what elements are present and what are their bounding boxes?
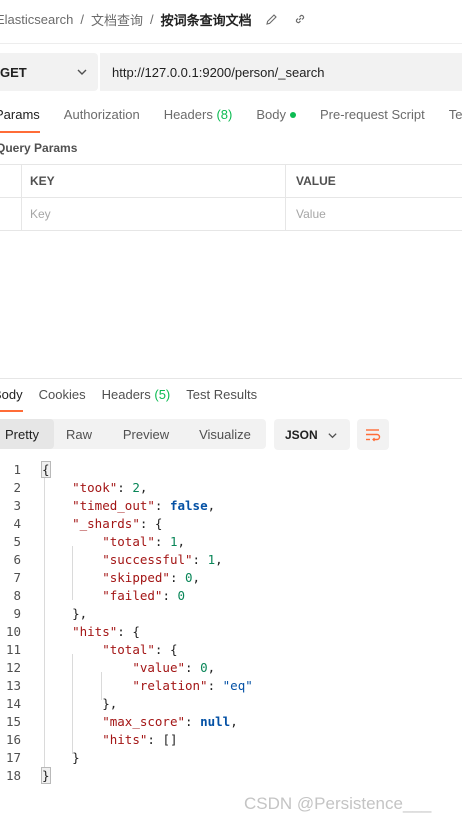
query-params-title: Query Params (0, 141, 78, 155)
code-line: "skipped": 0, (102, 570, 201, 585)
view-mode-raw[interactable]: Raw (54, 419, 104, 449)
query-params-table: KEY VALUE Key Value (0, 164, 462, 231)
line-number: 14 (5, 696, 21, 711)
tab-label: Params (0, 107, 40, 122)
tab-label: Cookies (38, 387, 86, 402)
view-mode-visualize[interactable]: Visualize (188, 419, 262, 449)
view-mode-preview[interactable]: Preview (104, 419, 188, 449)
line-number: 9 (13, 606, 21, 621)
code-line: "relation": "eq" (132, 678, 253, 693)
method-label: GET (0, 64, 27, 80)
view-mode-switcher: Pretty Raw Preview Visualize (0, 419, 266, 449)
line-number: 7 (13, 570, 21, 585)
tab-response-body[interactable]: Body (0, 387, 23, 412)
line-number: 11 (5, 642, 21, 657)
header-divider (0, 43, 462, 44)
tab-response-headers[interactable]: Headers (5) (102, 387, 171, 405)
line-number: 10 (5, 624, 21, 639)
tab-label: Authorization (63, 107, 140, 122)
line-number: 8 (13, 588, 21, 603)
watermark: CSDN @Persistence___ (244, 794, 432, 813)
line-number: 5 (13, 534, 21, 549)
tab-label: Tests (448, 107, 462, 122)
line-number: 2 (13, 480, 21, 495)
tab-label: Body (256, 107, 286, 122)
tab-label: Test Results (186, 387, 258, 402)
checkbox-column-header (0, 165, 22, 197)
tab-tests[interactable]: Tests (449, 107, 462, 125)
tab-label: Headers (101, 387, 151, 402)
url-input[interactable]: http://127.0.0.1:9200/person/_search (100, 53, 462, 91)
tab-label: Pre-request Script (319, 107, 425, 122)
tab-params[interactable]: Params (0, 107, 40, 133)
code-line: "value": 0, (132, 660, 216, 675)
body-indicator-dot-icon (289, 111, 296, 118)
code-line: "took": 2, (72, 480, 148, 495)
code-line: "max_score": null, (102, 714, 238, 729)
row-checkbox[interactable] (0, 198, 22, 230)
line-number: 6 (13, 552, 21, 567)
format-select[interactable]: JSON (274, 419, 350, 450)
matched-brace: } (41, 767, 51, 784)
code-line: "hits": { (72, 624, 140, 639)
table-row: Key Value (0, 198, 462, 231)
line-number: 12 (5, 660, 21, 675)
tab-headers[interactable]: Headers (8) (164, 107, 233, 125)
key-input[interactable]: Key (22, 198, 286, 230)
line-number: 13 (5, 678, 21, 693)
code-line: "timed_out": false, (72, 498, 216, 513)
line-number: 15 (5, 714, 21, 729)
tab-pre-request-script[interactable]: Pre-request Script (320, 107, 425, 125)
tab-body[interactable]: Body (256, 107, 296, 125)
code-line: "_shards": { (72, 516, 163, 531)
breadcrumb: Elasticsearch / 文档查询 / 按词条查询文档 (0, 10, 308, 28)
line-number: 18 (5, 768, 21, 783)
wrap-lines-icon (366, 428, 381, 441)
chevron-down-icon (76, 66, 88, 81)
tab-label: Body (0, 387, 23, 402)
value-column-header: VALUE (296, 174, 336, 188)
breadcrumb-separator: / (149, 11, 154, 27)
table-header-row: KEY VALUE (0, 165, 462, 198)
matched-brace: { (41, 461, 51, 478)
line-number: 1 (13, 462, 21, 477)
line-number: 17 (5, 750, 21, 765)
code-line: "total": 1, (102, 534, 186, 549)
response-headers-count-badge: (5) (154, 387, 171, 402)
line-number: 3 (13, 498, 21, 513)
method-select[interactable]: GET (0, 53, 98, 91)
breadcrumb-separator: / (80, 11, 84, 27)
request-tabs: Params Authorization Headers (8) Body Pr… (0, 107, 462, 133)
key-column-header: KEY (22, 165, 286, 197)
code-line: }, (72, 606, 88, 621)
line-number: 4 (13, 516, 21, 531)
format-label: JSON (285, 427, 318, 442)
headers-count-badge: (8) (216, 107, 233, 122)
breadcrumb-item-folder[interactable]: 文档查询 (91, 10, 143, 29)
response-tabs: Body Cookies Headers (5) Test Results (0, 387, 273, 412)
breadcrumb-item-collection[interactable]: Elasticsearch (0, 12, 73, 27)
edit-pencil-icon[interactable] (264, 11, 280, 27)
code-line: "hits": [] (102, 732, 178, 747)
request-name[interactable]: 按词条查询文档 (161, 10, 252, 29)
wrap-lines-button[interactable] (357, 419, 389, 450)
line-number: 16 (5, 732, 21, 747)
tab-authorization[interactable]: Authorization (64, 107, 140, 125)
url-text: http://127.0.0.1:9200/person/_search (112, 64, 325, 80)
tab-cookies[interactable]: Cookies (39, 387, 86, 405)
code-line: { (41, 461, 51, 478)
code-line: "failed": 0 (102, 588, 186, 603)
response-divider[interactable] (0, 378, 462, 379)
code-line: "total": { (102, 642, 178, 657)
chevron-down-icon (327, 430, 338, 444)
view-mode-pretty[interactable]: Pretty (0, 419, 54, 449)
value-input[interactable]: Value (287, 198, 326, 230)
code-line: } (41, 767, 51, 784)
code-line: } (72, 750, 80, 765)
tab-test-results[interactable]: Test Results (186, 387, 257, 405)
tab-label: Headers (163, 107, 213, 122)
code-line: "successful": 1, (102, 552, 223, 567)
code-line: }, (102, 696, 118, 711)
link-icon[interactable] (292, 11, 308, 27)
